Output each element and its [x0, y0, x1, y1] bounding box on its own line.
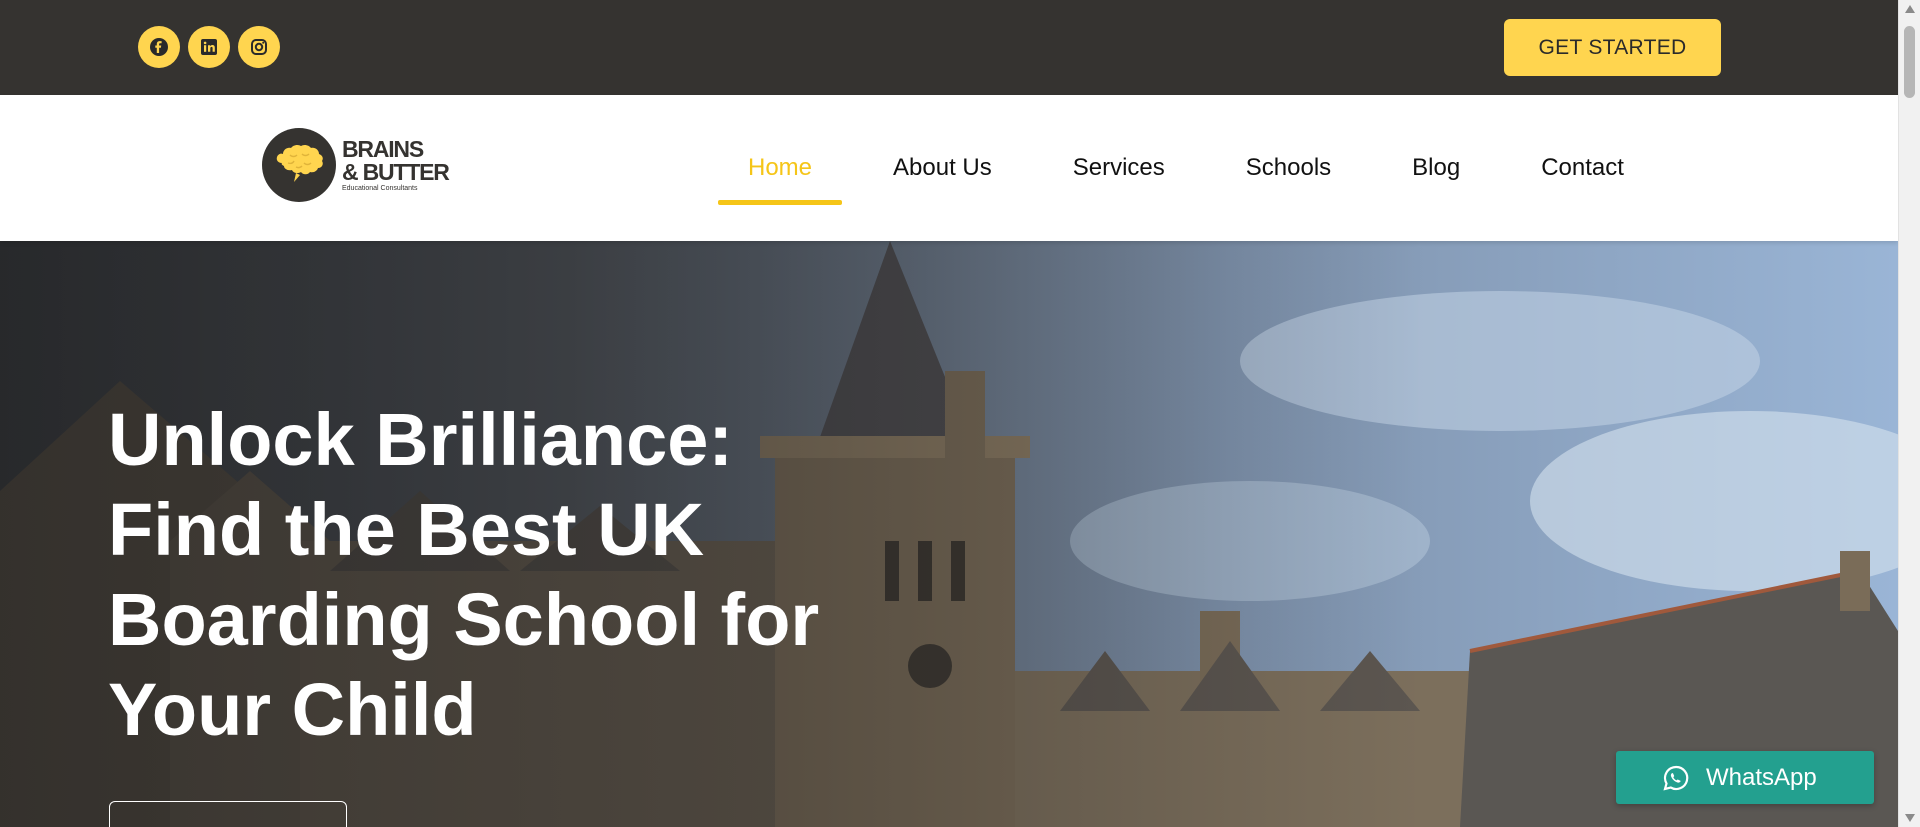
instagram-button[interactable]: [238, 26, 280, 68]
scrollbar-thumb[interactable]: [1904, 26, 1915, 98]
nav-item-schools[interactable]: Schools: [1216, 95, 1361, 241]
triangle-up-icon: [1905, 0, 1915, 18]
whatsapp-button[interactable]: WhatsApp: [1616, 751, 1874, 804]
linkedin-icon: [199, 37, 219, 57]
facebook-button[interactable]: [138, 26, 180, 68]
logo[interactable]: BRAINS & BUTTER Educational Consultants: [262, 128, 450, 202]
nav-item-contact[interactable]: Contact: [1511, 95, 1654, 241]
hero-cta-button[interactable]: [109, 801, 347, 827]
hero-title: Unlock Brilliance: Find the Best UK Boar…: [108, 398, 820, 751]
logo-line-1: BRAINS: [342, 136, 424, 162]
scroll-down-arrow[interactable]: [1899, 809, 1920, 827]
logo-text: BRAINS & BUTTER Educational Consultants: [342, 136, 450, 193]
nav-item-home[interactable]: Home: [718, 95, 843, 241]
facebook-icon: [149, 37, 169, 57]
get-started-button[interactable]: GET STARTED: [1504, 19, 1721, 76]
triangle-down-icon: [1905, 809, 1915, 827]
linkedin-button[interactable]: [188, 26, 230, 68]
nav-item-about-us[interactable]: About Us: [863, 95, 1022, 241]
whatsapp-label: WhatsApp: [1706, 763, 1817, 791]
logo-badge: [262, 128, 336, 202]
primary-nav: Home About Us Services Schools Blog Cont…: [718, 95, 1675, 241]
instagram-icon: [249, 37, 269, 57]
whatsapp-icon: [1662, 764, 1706, 792]
scroll-up-arrow[interactable]: [1899, 0, 1920, 18]
nav-item-blog[interactable]: Blog: [1382, 95, 1490, 241]
social-links: [138, 26, 280, 68]
logo-line-2: & BUTTER: [342, 159, 450, 185]
nav-item-services[interactable]: Services: [1043, 95, 1195, 241]
logo-tagline: Educational Consultants: [342, 185, 418, 192]
main-navbar: BRAINS & BUTTER Educational Consultants …: [0, 95, 1898, 241]
page: GET STARTED BRAINS & BUTTER Educational …: [0, 0, 1920, 827]
brain-icon: [274, 141, 324, 190]
top-bar: GET STARTED: [0, 0, 1898, 95]
page-scrollbar[interactable]: [1898, 0, 1920, 827]
hero-section: Unlock Brilliance: Find the Best UK Boar…: [0, 241, 1898, 827]
